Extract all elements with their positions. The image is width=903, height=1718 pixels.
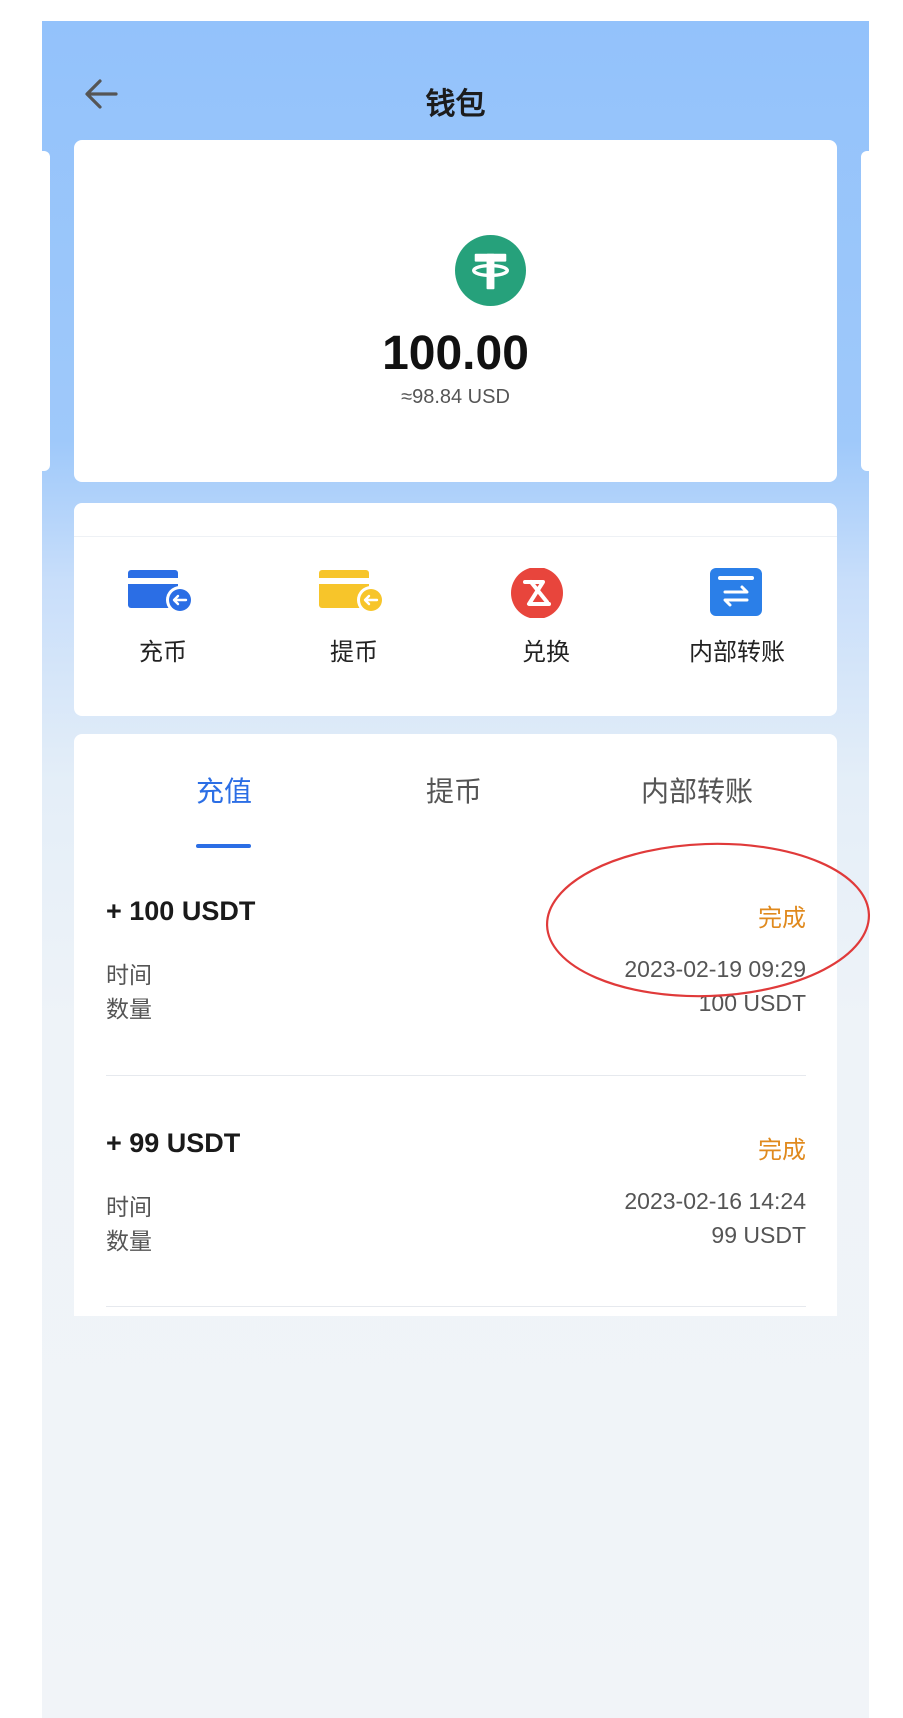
deposit-action[interactable]: 充币 xyxy=(88,548,238,688)
page-title: 钱包 xyxy=(425,87,486,122)
time-label: 时间 xyxy=(106,963,152,989)
active-tab-indicator xyxy=(196,844,251,848)
record-amount: + 99 USDT xyxy=(106,1128,241,1158)
status-badge: 完成 xyxy=(758,1136,806,1164)
tab-internal-transfer[interactable]: 内部转账 xyxy=(641,770,753,810)
deposit-card-icon xyxy=(128,570,194,614)
exchange-label: 兑换 xyxy=(522,638,570,666)
withdraw-card-icon xyxy=(319,570,385,614)
time-label: 时间 xyxy=(106,1195,152,1221)
tab-deposit[interactable]: 充值 xyxy=(196,770,252,810)
balance-card: 100.00 ≈98.84 USD xyxy=(74,140,837,482)
tether-usdt-icon xyxy=(455,235,526,306)
time-value: 2023-02-16 14:24 xyxy=(624,1188,806,1214)
withdraw-label: 提币 xyxy=(330,638,378,666)
record-divider xyxy=(106,1306,806,1307)
prev-card-peek xyxy=(42,151,50,471)
exchange-icon xyxy=(511,568,563,618)
record-divider xyxy=(106,1075,806,1076)
quantity-value: 99 USDT xyxy=(711,1222,806,1248)
exchange-action[interactable]: 兑换 xyxy=(471,548,621,688)
balance-usd-equivalent: ≈98.84 USD xyxy=(401,386,510,408)
internal-transfer-label: 内部转账 xyxy=(689,638,785,666)
quick-actions-card: 充币 提币 兑换 内部转账 xyxy=(74,503,837,716)
transfer-icon xyxy=(710,568,762,616)
internal-transfer-action[interactable]: 内部转账 xyxy=(662,548,812,688)
time-value: 2023-02-19 09:29 xyxy=(624,956,806,982)
wallet-screen: 钱包 100.00 ≈98.84 USD 充币 提币 兑换 内部转账 充值 提币… xyxy=(42,21,869,1718)
quantity-label: 数量 xyxy=(106,997,152,1023)
record-amount: + 100 USDT xyxy=(106,896,256,926)
tab-withdraw[interactable]: 提币 xyxy=(426,770,482,810)
withdraw-action[interactable]: 提币 xyxy=(279,548,429,688)
status-badge: 完成 xyxy=(758,904,806,932)
next-card-peek xyxy=(861,151,869,471)
quantity-value: 100 USDT xyxy=(698,990,806,1016)
transactions-card: 充值 提币 内部转账 + 100 USDT 完成 时间 2023-02-19 0… xyxy=(74,734,837,1316)
card-divider xyxy=(74,536,837,537)
app-header: 钱包 xyxy=(42,21,869,141)
quantity-label: 数量 xyxy=(106,1229,152,1255)
deposit-label: 充币 xyxy=(139,638,187,666)
balance-amount: 100.00 xyxy=(382,327,529,380)
